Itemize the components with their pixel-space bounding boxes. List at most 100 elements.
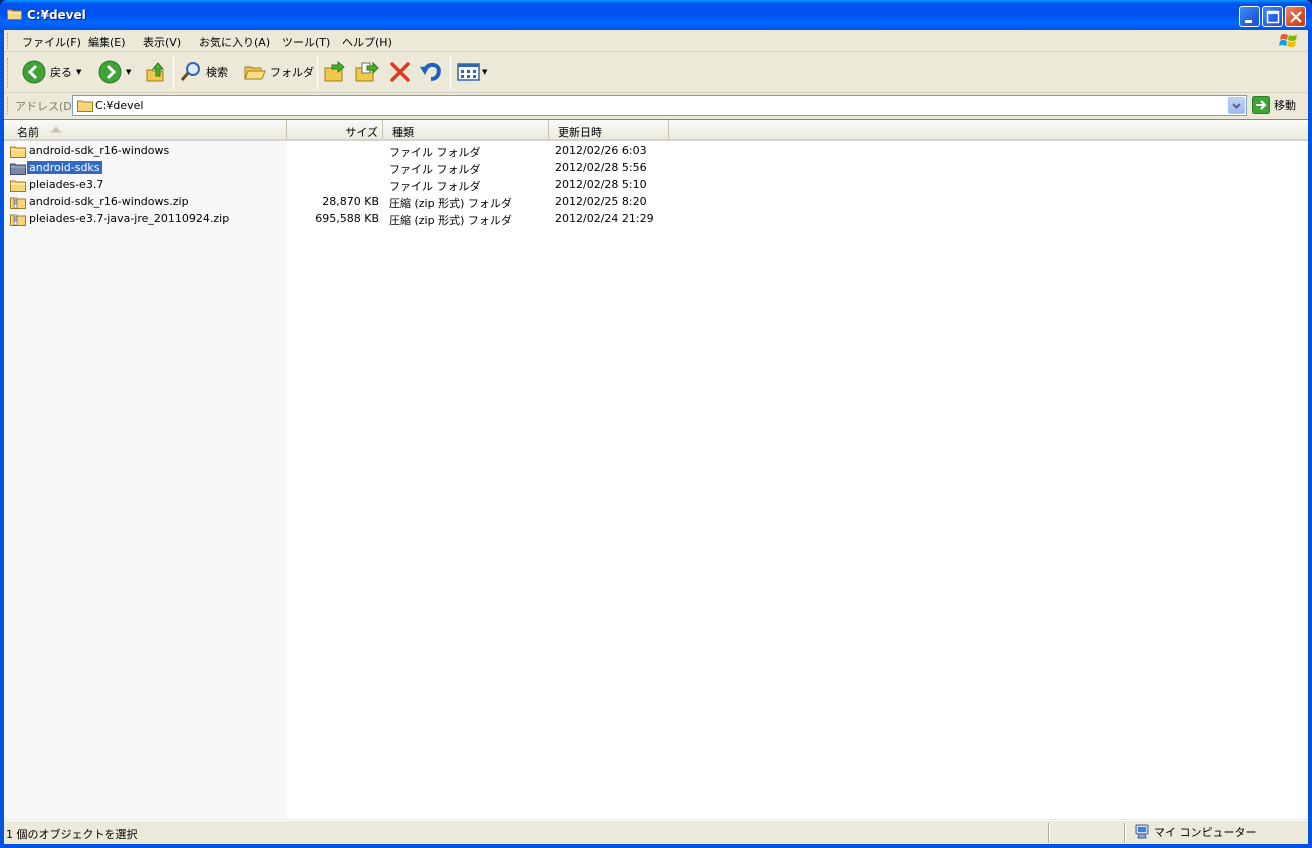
maximize-icon: [1266, 10, 1280, 24]
menu-edit[interactable]: 編集(E): [88, 34, 126, 50]
column-size-label: サイズ: [345, 126, 378, 139]
copy-to-button[interactable]: [355, 61, 379, 83]
file-row[interactable]: android-sdks ファイル フォルダ 2012/02/28 5:56: [4, 160, 1308, 177]
file-name[interactable]: android-sdk_r16-windows: [27, 144, 171, 157]
back-icon: [22, 60, 46, 84]
file-size: 695,588 KB: [315, 212, 379, 225]
minimize-button[interactable]: [1239, 6, 1260, 27]
window-title: C:¥devel: [27, 8, 86, 22]
status-selection-text: 1 個のオブジェクトを選択: [6, 828, 138, 841]
menubar-grip[interactable]: [7, 33, 10, 49]
file-type: 圧縮 (zip 形式) フォルダ: [389, 214, 512, 227]
column-name[interactable]: 名前: [4, 120, 287, 139]
file-type: 圧縮 (zip 形式) フォルダ: [389, 197, 512, 210]
move-to-icon: [324, 61, 345, 82]
toolbar-grip[interactable]: [7, 58, 10, 88]
address-label: アドレス(D): [15, 100, 77, 113]
back-dropdown-icon[interactable]: ▼: [76, 68, 81, 76]
addressbar-grip[interactable]: [7, 97, 10, 114]
column-modified[interactable]: 更新日時: [549, 120, 669, 139]
sort-ascending-icon: [50, 126, 62, 133]
undo-button[interactable]: [419, 61, 443, 83]
forward-button[interactable]: ▼: [98, 60, 131, 84]
close-button[interactable]: [1285, 6, 1306, 27]
menu-favorites[interactable]: お気に入り(A): [199, 34, 270, 50]
address-value: C:¥devel: [95, 99, 144, 112]
folders-button[interactable]: フォルダ: [244, 61, 314, 83]
column-type[interactable]: 種類: [383, 120, 549, 139]
column-size[interactable]: サイズ: [287, 120, 383, 139]
search-icon: [180, 62, 200, 81]
back-label: 戻る: [50, 66, 72, 79]
move-to-button[interactable]: [324, 61, 346, 83]
file-modified: 2012/02/28 5:56: [555, 161, 647, 174]
file-type: ファイル フォルダ: [389, 146, 481, 159]
file-row[interactable]: pleiades-e3.7-java-jre_20110924.zip 695,…: [4, 211, 1308, 228]
toolbar-separator: [173, 56, 174, 90]
status-divider: [1048, 823, 1050, 843]
status-location-text: マイ コンピューター: [1154, 826, 1257, 839]
address-bar: アドレス(D) C:¥devel 移動: [4, 94, 1308, 117]
toolbar-separator: [317, 56, 318, 90]
file-list[interactable]: 名前 サイズ 種類 更新日時 android-sdk_r16-windows フ…: [4, 119, 1308, 819]
file-size: 28,870 KB: [322, 195, 379, 208]
delete-button[interactable]: [389, 61, 411, 83]
file-name[interactable]: android-sdks: [26, 160, 103, 175]
file-modified: 2012/02/25 8:20: [555, 195, 647, 208]
zip-folder-icon: [10, 214, 26, 226]
go-button[interactable]: 移動: [1252, 96, 1296, 114]
column-type-label: 種類: [392, 126, 414, 139]
forward-icon: [98, 60, 122, 84]
go-arrow-icon: [1252, 96, 1270, 114]
file-modified: 2012/02/24 21:29: [555, 212, 654, 225]
views-icon: [457, 63, 480, 81]
up-icon: [146, 62, 165, 82]
status-location: マイ コンピューター: [1134, 824, 1257, 840]
search-label: 検索: [206, 66, 228, 79]
close-icon: [1290, 11, 1302, 23]
column-name-label: 名前: [17, 126, 39, 139]
file-name[interactable]: pleiades-e3.7: [27, 178, 105, 191]
status-divider: [1124, 823, 1126, 843]
status-bar: 1 個のオブジェクトを選択 マイ コンピューター: [4, 820, 1308, 844]
menu-tools[interactable]: ツール(T): [282, 34, 330, 50]
file-row[interactable]: android-sdk_r16-windows ファイル フォルダ 2012/0…: [4, 143, 1308, 160]
column-header: 名前 サイズ 種類 更新日時: [4, 120, 1308, 141]
copy-to-icon: [355, 61, 379, 82]
back-button[interactable]: 戻る ▼: [22, 60, 81, 84]
address-dropdown-button[interactable]: [1228, 97, 1245, 114]
file-row[interactable]: android-sdk_r16-windows.zip 28,870 KB 圧縮…: [4, 194, 1308, 211]
menu-bar: ファイル(F) 編集(E) 表示(V) お気に入り(A) ツール(T) ヘルプ(…: [4, 30, 1308, 52]
file-type: ファイル フォルダ: [389, 180, 481, 193]
minimize-icon: [1245, 20, 1252, 23]
file-type: ファイル フォルダ: [389, 163, 481, 176]
forward-dropdown-icon[interactable]: ▼: [126, 68, 131, 76]
folder-icon: [10, 163, 26, 175]
menu-file[interactable]: ファイル(F): [22, 34, 81, 50]
menu-help[interactable]: ヘルプ(H): [342, 34, 392, 50]
up-button[interactable]: [145, 61, 167, 83]
address-input[interactable]: C:¥devel: [72, 95, 1247, 116]
folder-icon: [7, 9, 22, 20]
toolbar-separator: [450, 56, 451, 90]
views-dropdown-icon[interactable]: ▼: [482, 68, 487, 76]
delete-icon: [390, 62, 410, 82]
list-background: [287, 141, 1308, 819]
file-row[interactable]: pleiades-e3.7 ファイル フォルダ 2012/02/28 5:10: [4, 177, 1308, 194]
maximize-button[interactable]: [1262, 6, 1283, 27]
title-bar[interactable]: C:¥devel: [0, 0, 1312, 30]
menu-view[interactable]: 表示(V): [143, 34, 181, 50]
chevron-down-icon: [1232, 103, 1241, 109]
file-name[interactable]: android-sdk_r16-windows.zip: [27, 195, 191, 208]
file-modified: 2012/02/26 6:03: [555, 144, 647, 157]
column-modified-label: 更新日時: [558, 126, 602, 139]
go-label: 移動: [1274, 99, 1296, 112]
windows-logo-icon: [1279, 34, 1297, 47]
search-button[interactable]: 検索: [180, 61, 228, 83]
standard-toolbar: 戻る ▼ ▼ 検索 フォルダ ▼: [4, 53, 1308, 93]
sorted-column-shading: [4, 141, 287, 819]
file-name[interactable]: pleiades-e3.7-java-jre_20110924.zip: [27, 212, 231, 225]
my-computer-icon: [1135, 824, 1149, 839]
views-button[interactable]: ▼: [457, 62, 487, 82]
folder-icon: [10, 146, 26, 158]
